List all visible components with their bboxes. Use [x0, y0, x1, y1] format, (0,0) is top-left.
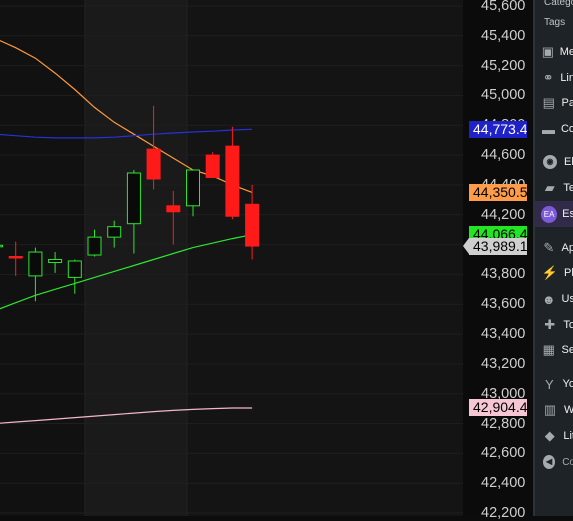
session-band	[85, 0, 187, 516]
menu-item-litespeed[interactable]: ◆ Lit	[535, 423, 573, 449]
last-price-pointer	[463, 237, 469, 254]
menu-item-tools[interactable]: ✚ To	[535, 312, 573, 338]
candle-body	[225, 145, 240, 217]
menu-item-label: Te	[563, 182, 573, 194]
menu-item-users[interactable]: ☻ Us	[535, 286, 573, 312]
candle-body	[67, 260, 82, 278]
wordfence-icon: ▥	[543, 402, 557, 417]
plugins-icon: ⚡	[541, 265, 559, 280]
menu-item-label: Co	[562, 456, 573, 468]
menu-item-templates[interactable]: ▰ Te	[535, 175, 573, 201]
menu-item-label: To	[563, 319, 573, 331]
menu-item-label: Us	[561, 293, 573, 305]
menu-item-label: Ap	[561, 242, 573, 254]
chart-panel[interactable]	[0, 0, 463, 516]
candle-body	[166, 205, 181, 213]
tools-icon: ✚	[544, 317, 556, 332]
menu-item-settings[interactable]: ▦ Se	[535, 337, 573, 363]
menu-item-essential-addons[interactable]: EA Es	[535, 201, 573, 227]
yoast-icon: Y	[544, 376, 554, 392]
price-tag: 42,904.4	[469, 399, 527, 417]
menu-item-yoast[interactable]: Y Yo	[535, 371, 573, 397]
menu-item-label: W	[564, 404, 573, 416]
settings-icon: ▦	[542, 342, 555, 357]
price-tick-label: 42,800	[481, 415, 526, 432]
collapse-icon: ◀	[543, 455, 556, 469]
menu-item-label: Pa	[561, 97, 573, 109]
menu-item-comments[interactable]: ▬ Co	[535, 116, 573, 142]
price-tag: 44,773.4	[469, 120, 527, 138]
menu-item-label: Es	[562, 208, 573, 220]
price-tick-label: 42,200	[481, 505, 526, 521]
menu-item-label: Lit	[563, 430, 573, 442]
price-tick-label: 42,600	[481, 445, 526, 462]
price-tick-label: 45,200	[481, 57, 526, 74]
menu-item-label: Pl	[564, 267, 573, 279]
menu-item-collapse[interactable]: ◀ Co	[535, 449, 573, 475]
price-tick-label: 43,200	[481, 355, 526, 372]
price-axis[interactable]: 45,60045,40045,20045,00044,80044,60044,4…	[463, 0, 533, 521]
menu-item-media[interactable]: ▣ Me	[535, 39, 573, 65]
price-tick-label: 43,600	[481, 296, 526, 313]
candle-body	[87, 236, 102, 256]
candle-body	[146, 148, 161, 180]
menu-item-label: Yo	[562, 378, 573, 390]
price-tick-label: 43,400	[481, 326, 526, 343]
candle-body	[245, 203, 260, 247]
users-icon: ☻	[541, 291, 556, 307]
candle-body	[48, 258, 63, 263]
pages-icon: ▤	[542, 95, 555, 110]
menu-item-elementor[interactable]: ◉ El	[535, 149, 573, 175]
price-tick-label: 44,200	[481, 206, 526, 223]
candle-body	[28, 251, 43, 277]
essential-addons-icon: EA	[541, 205, 558, 223]
menu-item-label: Co	[560, 123, 573, 135]
menu-item-label: El	[564, 156, 573, 168]
menu-categories-link[interactable]: Catego	[544, 0, 573, 8]
candle-body	[186, 169, 200, 207]
menu-item-label: Se	[561, 344, 573, 356]
comments-icon: ▬	[541, 121, 555, 137]
templates-icon: ▰	[544, 180, 555, 195]
media-icon: ▣	[541, 44, 554, 59]
price-tick-label: 45,400	[481, 27, 526, 44]
price-tick-label: 42,400	[481, 475, 526, 492]
price-tag: 44,350.5	[469, 183, 527, 201]
price-tick-label: 44,600	[481, 147, 526, 164]
candle-body	[8, 256, 23, 259]
session-band-right	[187, 0, 463, 516]
candle-body	[205, 154, 220, 178]
appearance-icon: ✎	[543, 240, 555, 255]
price-tag: 43,989.1	[469, 237, 527, 255]
wp-admin-sidebar: Catego Tags ▣ Me ⚭ Lin ▤ Pa ▬ Co ◉ El ▰ Te EA Es ✎ Ap⚡ P…	[533, 0, 573, 516]
links-icon: ⚭	[542, 70, 554, 85]
price-tick-label: 45,600	[481, 0, 526, 14]
candlestick-chart[interactable]	[0, 0, 463, 516]
menu-tags-link[interactable]: Tags	[544, 17, 565, 28]
menu-item-plugins[interactable]: ⚡ Pl	[535, 260, 573, 286]
candle-body	[0, 244, 3, 248]
litespeed-icon: ◆	[544, 428, 555, 443]
price-tick-label: 43,800	[481, 266, 526, 283]
menu-item-wordfence[interactable]: ▥W	[535, 397, 573, 423]
menu-item-links[interactable]: ⚭ Lin	[535, 65, 573, 91]
menu-item-pages[interactable]: ▤ Pa	[535, 90, 573, 116]
candle-body	[126, 172, 141, 225]
candle-body	[107, 226, 122, 238]
price-tick-label: 45,000	[481, 87, 526, 104]
menu-item-label: Me	[559, 46, 573, 58]
elementor-icon: ◉	[543, 155, 557, 169]
menu-item-appearance[interactable]: ✎ Ap	[535, 235, 573, 261]
menu-item-label: Lin	[560, 72, 573, 84]
